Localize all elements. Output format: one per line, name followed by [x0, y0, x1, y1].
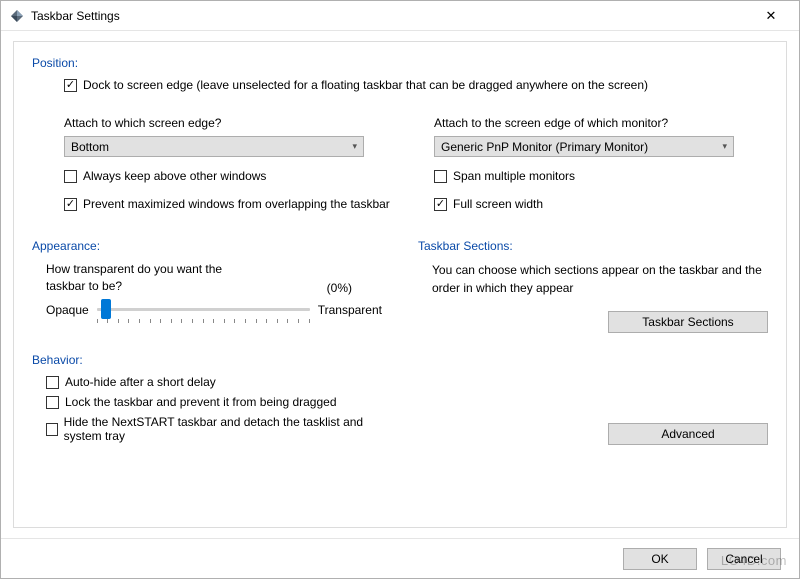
lock-checkbox-row[interactable]: Lock the taskbar and prevent it from bei… [46, 395, 382, 409]
close-icon: ✕ [766, 8, 777, 24]
appearance-section-label: Appearance: [32, 239, 382, 253]
span-monitors-checkbox-row[interactable]: Span multiple monitors [434, 169, 768, 183]
taskbar-sections-desc: You can choose which sections appear on … [432, 261, 768, 297]
transparency-question-label: How transparent do you want the taskbar … [46, 261, 256, 295]
full-width-checkbox-row[interactable]: Full screen width [434, 197, 768, 211]
hide-nextstart-checkbox[interactable] [46, 423, 58, 436]
advanced-button[interactable]: Advanced [608, 423, 768, 445]
chevron-down-icon: ▾ [352, 141, 357, 152]
span-monitors-label: Span multiple monitors [453, 169, 575, 183]
transparent-label: Transparent [318, 303, 382, 317]
hide-nextstart-label: Hide the NextSTART taskbar and detach th… [64, 415, 382, 443]
lock-label: Lock the taskbar and prevent it from bei… [65, 395, 337, 409]
chevron-down-icon: ▾ [722, 141, 727, 152]
prevent-overlap-label: Prevent maximized windows from overlappi… [83, 197, 390, 211]
taskbar-sections-label: Taskbar Sections: [418, 239, 768, 253]
always-above-checkbox[interactable] [64, 170, 77, 183]
autohide-checkbox-row[interactable]: Auto-hide after a short delay [46, 375, 382, 389]
position-section-label: Position: [32, 56, 768, 70]
dock-checkbox-row[interactable]: Dock to screen edge (leave unselected fo… [64, 78, 768, 92]
prevent-overlap-checkbox-row[interactable]: Prevent maximized windows from overlappi… [64, 197, 398, 211]
prevent-overlap-checkbox[interactable] [64, 198, 77, 211]
hide-nextstart-checkbox-row[interactable]: Hide the NextSTART taskbar and detach th… [46, 415, 382, 443]
opaque-label: Opaque [46, 303, 89, 317]
screen-edge-dropdown[interactable]: Bottom ▾ [64, 136, 364, 157]
behavior-section-label: Behavior: [32, 353, 382, 367]
ok-button[interactable]: OK [623, 548, 697, 570]
screen-edge-value: Bottom [71, 140, 352, 154]
full-width-label: Full screen width [453, 197, 543, 211]
taskbar-sections-button[interactable]: Taskbar Sections [608, 311, 768, 333]
transparency-percent-label: (0%) [327, 281, 382, 295]
monitor-dropdown[interactable]: Generic PnP Monitor (Primary Monitor) ▾ [434, 136, 734, 157]
app-icon [9, 8, 25, 24]
close-button[interactable]: ✕ [751, 2, 791, 30]
monitor-value: Generic PnP Monitor (Primary Monitor) [441, 140, 722, 154]
span-monitors-checkbox[interactable] [434, 170, 447, 183]
always-above-checkbox-row[interactable]: Always keep above other windows [64, 169, 398, 183]
lock-checkbox[interactable] [46, 396, 59, 409]
window-title: Taskbar Settings [31, 9, 751, 23]
edge-question-label: Attach to which screen edge? [64, 116, 398, 130]
taskbar-settings-window: Taskbar Settings ✕ Position: Dock to scr… [0, 0, 800, 579]
dock-label: Dock to screen edge (leave unselected fo… [83, 78, 648, 92]
autohide-checkbox[interactable] [46, 376, 59, 389]
full-width-checkbox[interactable] [434, 198, 447, 211]
always-above-label: Always keep above other windows [83, 169, 266, 183]
titlebar: Taskbar Settings ✕ [1, 1, 799, 31]
dock-checkbox[interactable] [64, 79, 77, 92]
settings-groupbox: Position: Dock to screen edge (leave uns… [13, 41, 787, 528]
transparency-slider[interactable] [97, 297, 310, 323]
content-area: Position: Dock to screen edge (leave uns… [1, 31, 799, 538]
slider-thumb[interactable] [101, 299, 111, 319]
cancel-button[interactable]: Cancel [707, 548, 781, 570]
monitor-question-label: Attach to the screen edge of which monit… [434, 116, 768, 130]
dialog-footer: OK Cancel [1, 538, 799, 578]
autohide-label: Auto-hide after a short delay [65, 375, 216, 389]
